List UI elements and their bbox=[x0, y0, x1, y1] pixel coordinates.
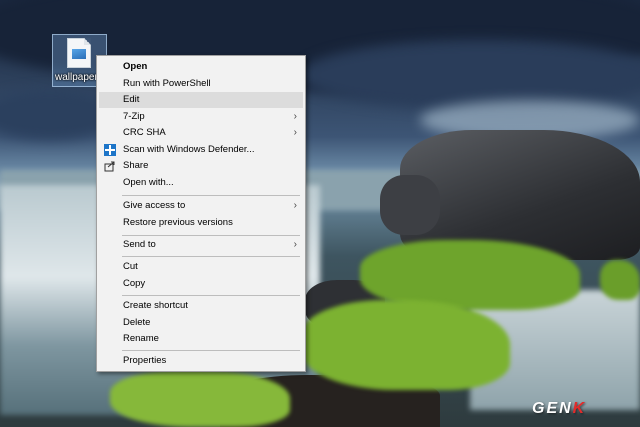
menu-item-delete[interactable]: Delete bbox=[99, 315, 303, 331]
sky-cloud bbox=[300, 40, 640, 110]
image-file-icon bbox=[67, 38, 91, 68]
menu-separator bbox=[122, 256, 300, 257]
genk-watermark-logo: GENK bbox=[532, 400, 587, 417]
menu-item-scan-defender[interactable]: Scan with Windows Defender... bbox=[99, 142, 303, 158]
menu-separator bbox=[122, 235, 300, 236]
menu-item-properties[interactable]: Properties bbox=[99, 353, 303, 369]
chevron-right-icon: › bbox=[293, 111, 297, 122]
menu-item-give-access[interactable]: Give access to › bbox=[99, 198, 303, 214]
menu-item-open-with[interactable]: Open with... bbox=[99, 175, 303, 191]
menu-item-cut[interactable]: Cut bbox=[99, 259, 303, 275]
moss-patch bbox=[110, 370, 290, 427]
menu-item-run-with-powershell[interactable]: Run with PowerShell bbox=[99, 76, 303, 92]
chevron-right-icon: › bbox=[293, 200, 297, 211]
menu-item-copy[interactable]: Copy bbox=[99, 276, 303, 292]
chevron-right-icon: › bbox=[293, 239, 297, 250]
menu-separator bbox=[122, 195, 300, 196]
context-menu: Open Run with PowerShell Edit 7-Zip › CR… bbox=[96, 55, 306, 372]
menu-item-send-to[interactable]: Send to › bbox=[99, 237, 303, 253]
menu-item-restore-previous-versions[interactable]: Restore previous versions bbox=[99, 215, 303, 231]
menu-separator bbox=[122, 295, 300, 296]
menu-item-share[interactable]: Share bbox=[99, 158, 303, 174]
menu-item-create-shortcut[interactable]: Create shortcut bbox=[99, 298, 303, 314]
windows-defender-icon bbox=[104, 144, 116, 156]
menu-item-open[interactable]: Open bbox=[99, 59, 303, 75]
desktop-icon-label: wallpaper- bbox=[55, 72, 102, 83]
share-icon bbox=[104, 161, 115, 172]
chevron-right-icon: › bbox=[293, 127, 297, 138]
moss-patch bbox=[300, 300, 510, 390]
menu-separator bbox=[122, 350, 300, 351]
menu-item-7zip[interactable]: 7-Zip › bbox=[99, 109, 303, 125]
rock-formation bbox=[380, 175, 440, 235]
moss-patch bbox=[600, 260, 640, 300]
menu-item-crc-sha[interactable]: CRC SHA › bbox=[99, 125, 303, 141]
menu-item-rename[interactable]: Rename bbox=[99, 331, 303, 347]
menu-item-edit[interactable]: Edit bbox=[99, 92, 303, 108]
